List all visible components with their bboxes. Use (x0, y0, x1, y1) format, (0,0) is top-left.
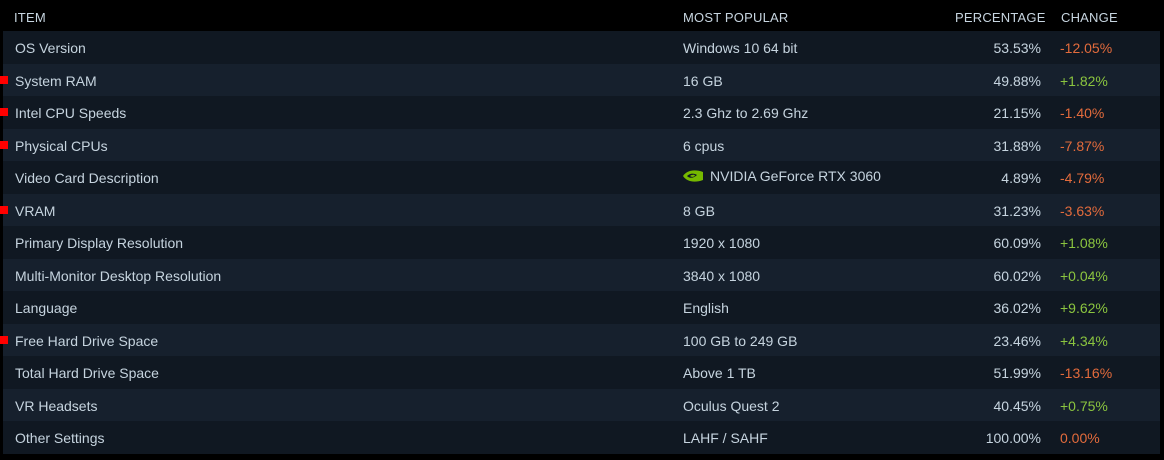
row-most-popular: Windows 10 64 bit (683, 40, 798, 56)
table-row[interactable]: OS Version Windows 10 64 bit 53.53% -12.05% (3, 31, 1160, 64)
row-percentage: 21.15% (993, 105, 1041, 121)
table-row[interactable]: Video Card Description NVIDIA GeForce RTX… (3, 161, 1160, 194)
row-percentage: 51.99% (993, 365, 1041, 381)
row-item-label: Physical CPUs (15, 137, 108, 154)
table-row[interactable]: Free Hard Drive Space 100 GB to 249 GB 23.… (0, 323, 1160, 356)
table-row[interactable]: Language English 36.02% +9.62% (3, 291, 1160, 324)
row-percentage: 40.45% (993, 397, 1041, 414)
table-row[interactable]: Total Hard Drive Space Above 1 TB 51.99% -1… (3, 356, 1160, 389)
row-change: +9.62% (1060, 300, 1108, 316)
red-marker-icon (0, 335, 8, 344)
row-most-popular: 2.3 Ghz to 2.69 Ghz (683, 105, 809, 121)
row-item-label: VRAM (15, 202, 56, 219)
row-most-popular: 1920 x 1080 (683, 235, 761, 251)
table-row[interactable]: VR Headsets Oculus Quest 2 40.45% +0.75% (3, 388, 1160, 421)
row-percentage: 49.88% (993, 72, 1041, 89)
row-change: +0.75% (1060, 397, 1108, 414)
row-percentage: 23.46% (993, 332, 1041, 349)
row-item-label: Other Settings (15, 430, 105, 446)
row-change: -3.63% (1060, 202, 1105, 219)
row-percentage: 53.53% (993, 40, 1041, 56)
red-marker-icon (0, 140, 8, 149)
header-most-popular: MOST POPULAR (683, 10, 789, 25)
hardware-survey-table: ITEM MOST POPULAR PERCENTAGE CHANGE OS V… (0, 0, 1164, 460)
row-item-label: Video Card Description (15, 170, 159, 186)
table-row[interactable]: Physical CPUs 6 cpus 31.88% -7.87% (0, 128, 1160, 161)
row-most-popular: 6 cpus (683, 137, 725, 154)
row-most-popular: 16 GB (683, 72, 723, 89)
row-most-popular-text: NVIDIA GeForce RTX 3060 (710, 168, 881, 184)
row-percentage: 4.89% (1001, 170, 1041, 186)
row-change: +0.04% (1060, 267, 1108, 284)
table-body: OS Version Windows 10 64 bit 53.53% -12.05%… (0, 31, 1160, 454)
row-most-popular: 100 GB to 249 GB (683, 332, 798, 349)
row-most-popular: Oculus Quest 2 (683, 397, 780, 414)
row-change: +1.08% (1060, 235, 1108, 251)
header-change: CHANGE (1061, 10, 1118, 25)
row-percentage: 31.88% (993, 137, 1041, 154)
row-change: -13.16% (1060, 365, 1113, 381)
row-percentage: 60.09% (993, 235, 1041, 251)
row-most-popular: 8 GB (683, 202, 715, 219)
row-most-popular: English (683, 300, 729, 316)
row-percentage: 100.00% (985, 430, 1041, 446)
row-change: -7.87% (1060, 137, 1105, 154)
table-row[interactable]: VRAM 8 GB 31.23% -3.63% (0, 193, 1160, 226)
row-most-popular: NVIDIA GeForce RTX 3060 (683, 168, 881, 184)
table-row[interactable]: Other Settings LAHF / SAHF 100.00% 0.00% (3, 421, 1160, 454)
row-change: -4.79% (1060, 170, 1105, 186)
row-item-label: Multi-Monitor Desktop Resolution (15, 267, 222, 284)
row-percentage: 60.02% (993, 267, 1041, 284)
row-item-label: Language (15, 300, 78, 316)
row-item-label: VR Headsets (15, 397, 98, 414)
row-item-label: Free Hard Drive Space (15, 332, 159, 349)
red-marker-icon (0, 108, 8, 116)
red-marker-icon (0, 205, 8, 214)
row-percentage: 31.23% (993, 202, 1041, 219)
table-row[interactable]: Multi-Monitor Desktop Resolution 3840 x 1… (3, 258, 1160, 291)
row-change: 0.00% (1060, 430, 1100, 446)
row-item-label: Total Hard Drive Space (15, 365, 159, 381)
row-change: -12.05% (1060, 40, 1113, 56)
row-change: +1.82% (1060, 72, 1108, 89)
row-change: +4.34% (1060, 332, 1108, 349)
row-most-popular: 3840 x 1080 (683, 267, 761, 284)
header-percentage: PERCENTAGE (955, 10, 1046, 25)
nvidia-logo-icon (683, 170, 703, 182)
row-item-label: OS Version (15, 40, 86, 56)
table-row[interactable]: System RAM 16 GB 49.88% +1.82% (0, 63, 1160, 96)
header-item: ITEM (14, 10, 46, 25)
table-row[interactable]: Intel CPU Speeds 2.3 Ghz to 2.69 Ghz 21.15… (0, 96, 1160, 129)
row-most-popular: LAHF / SAHF (683, 430, 768, 446)
row-item-label: Primary Display Resolution (15, 235, 184, 251)
row-change: -1.40% (1060, 105, 1105, 121)
row-most-popular: Above 1 TB (683, 365, 756, 381)
red-marker-icon (0, 75, 8, 84)
row-item-label: Intel CPU Speeds (15, 105, 127, 121)
table-row[interactable]: Primary Display Resolution 1920 x 1080 60.… (3, 226, 1160, 259)
table-header: ITEM MOST POPULAR PERCENTAGE CHANGE (0, 0, 1164, 31)
row-item-label: System RAM (15, 72, 97, 89)
row-percentage: 36.02% (993, 300, 1041, 316)
